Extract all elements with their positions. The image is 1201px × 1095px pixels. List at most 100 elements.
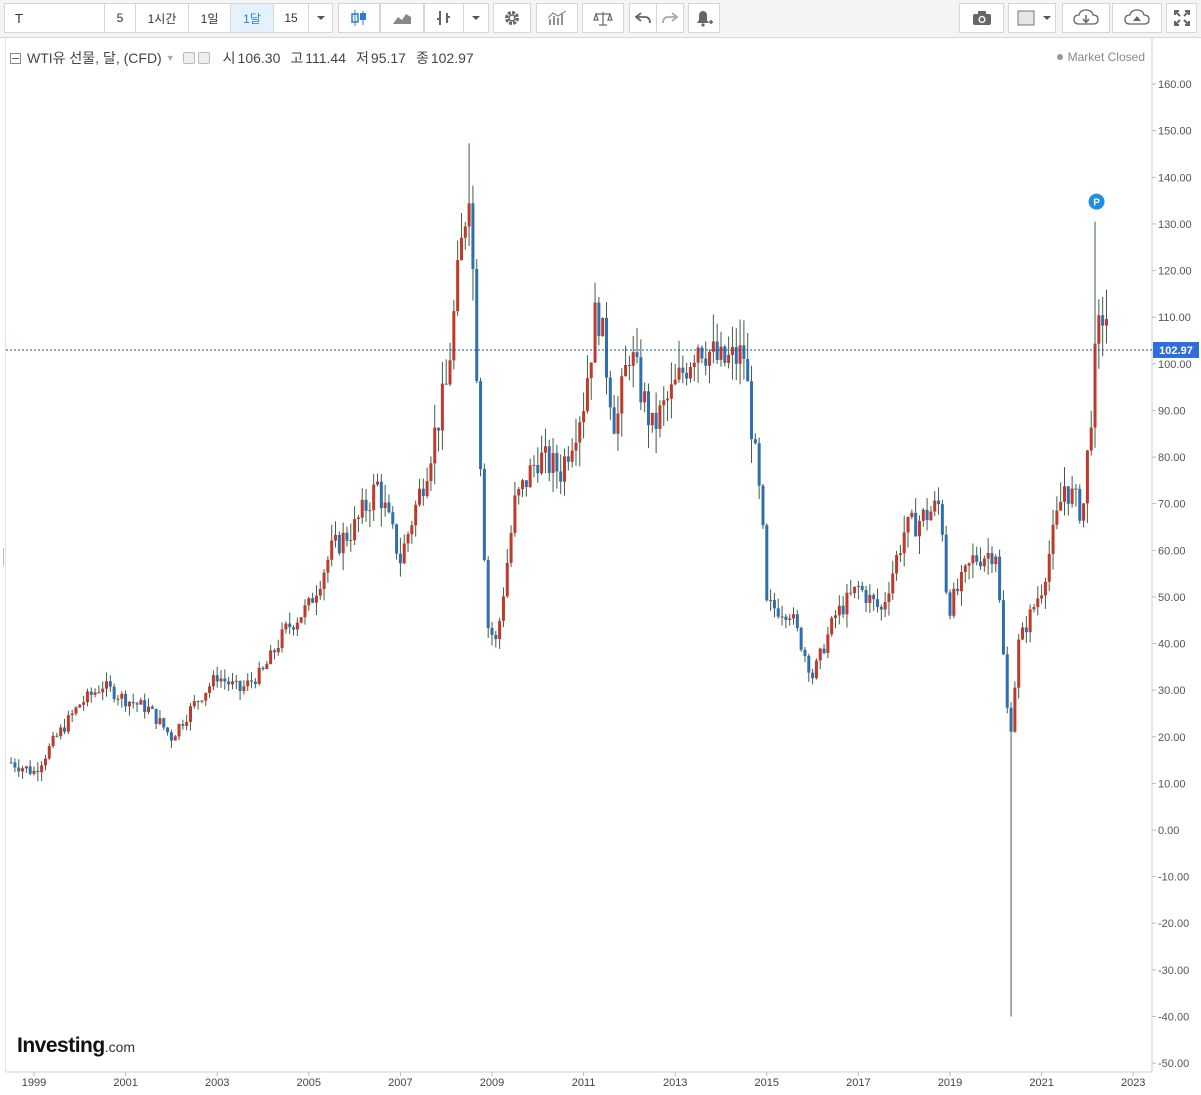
candle-body <box>9 762 13 764</box>
candle-body <box>559 471 563 482</box>
candle <box>1063 467 1066 516</box>
candle-body <box>700 347 704 359</box>
candle <box>78 703 82 708</box>
candle <box>631 335 635 388</box>
price-chart[interactable]: 160.00 150.00 140.00 130.00 120.00 110.00 100.… <box>0 0 1201 1095</box>
candle-body <box>341 532 345 554</box>
candle <box>711 314 715 364</box>
x-tick-label-9: 2017 <box>846 1077 870 1089</box>
candle <box>692 354 696 382</box>
candle-body <box>211 675 215 687</box>
candle <box>509 525 513 567</box>
candle <box>1070 475 1074 508</box>
candle-body <box>1028 609 1032 633</box>
candle <box>276 639 280 656</box>
candle-body <box>822 648 826 654</box>
candle-body <box>910 512 914 518</box>
candle <box>1097 299 1101 369</box>
candle-body <box>116 698 120 700</box>
candle-body <box>318 588 322 596</box>
candle <box>311 592 315 604</box>
candle-body <box>883 602 887 610</box>
candle <box>864 585 868 612</box>
candle-body <box>650 412 654 426</box>
y-tick-label-3: 130.00 <box>1158 219 1192 231</box>
collapse-legend-icon[interactable] <box>10 52 21 64</box>
y-tick-label-17: -10.00 <box>1158 872 1189 884</box>
candle-body <box>570 450 574 462</box>
candle <box>295 617 299 637</box>
candle <box>108 675 112 692</box>
candle-body <box>387 502 391 513</box>
candle-body <box>1070 488 1074 504</box>
candle <box>994 554 998 573</box>
candle <box>601 317 605 337</box>
candle-body <box>456 260 460 312</box>
candle-body <box>429 463 433 482</box>
candle-body <box>421 488 425 497</box>
candle-body <box>685 372 689 379</box>
candle <box>467 143 471 246</box>
candle-body <box>1055 510 1059 525</box>
candle <box>521 478 525 498</box>
candle-body <box>891 573 895 594</box>
candle-body <box>944 534 948 593</box>
candle-body <box>490 628 494 635</box>
candle <box>196 700 200 710</box>
candle <box>585 355 589 414</box>
candle <box>868 584 872 614</box>
candle-body <box>1074 488 1078 490</box>
candle-body <box>669 384 673 399</box>
legend-remove-icon[interactable] <box>197 52 210 64</box>
candle <box>59 724 63 740</box>
candle <box>765 523 769 602</box>
candle-body <box>250 680 254 682</box>
candle <box>822 643 826 655</box>
candle <box>1093 221 1097 448</box>
legend-caret-icon[interactable]: ▼ <box>166 53 175 63</box>
candle <box>376 473 379 487</box>
candle-body <box>666 398 670 401</box>
candle <box>433 404 437 485</box>
candle-body <box>498 620 502 640</box>
candle-body <box>437 427 441 431</box>
candle-body <box>1005 654 1009 708</box>
candle <box>1101 296 1105 357</box>
candle <box>101 681 105 701</box>
candle-body <box>1104 319 1108 326</box>
candle <box>391 506 395 529</box>
candle-body <box>807 656 811 673</box>
x-tick-label-10: 2019 <box>938 1077 962 1089</box>
candle-body <box>1101 315 1105 326</box>
candle-body <box>814 660 818 679</box>
candle-body <box>379 481 383 509</box>
candle <box>811 668 815 685</box>
candle <box>55 732 59 738</box>
candle <box>498 617 502 649</box>
candle-body <box>32 770 36 774</box>
candle <box>437 427 441 452</box>
candle <box>734 328 738 381</box>
candle-body <box>1024 627 1028 633</box>
candle <box>17 759 21 777</box>
candle-body <box>627 364 631 366</box>
candle <box>914 498 918 537</box>
candle <box>719 331 723 367</box>
candle-body <box>585 378 589 412</box>
candle <box>490 621 494 646</box>
candle <box>1066 486 1070 516</box>
candle <box>66 710 70 734</box>
candle <box>1024 616 1028 643</box>
candle <box>345 526 349 547</box>
candle <box>242 680 246 695</box>
candle <box>979 547 983 570</box>
candle <box>513 481 517 537</box>
candle-body <box>658 405 662 429</box>
candle <box>605 302 608 395</box>
candle-body <box>524 480 528 488</box>
candle-body <box>425 481 429 497</box>
candle-body <box>265 664 269 669</box>
last-price-marker-label: 102.97 <box>1159 345 1193 357</box>
candle-body <box>196 701 200 703</box>
legend-settings-icon[interactable] <box>182 52 195 64</box>
